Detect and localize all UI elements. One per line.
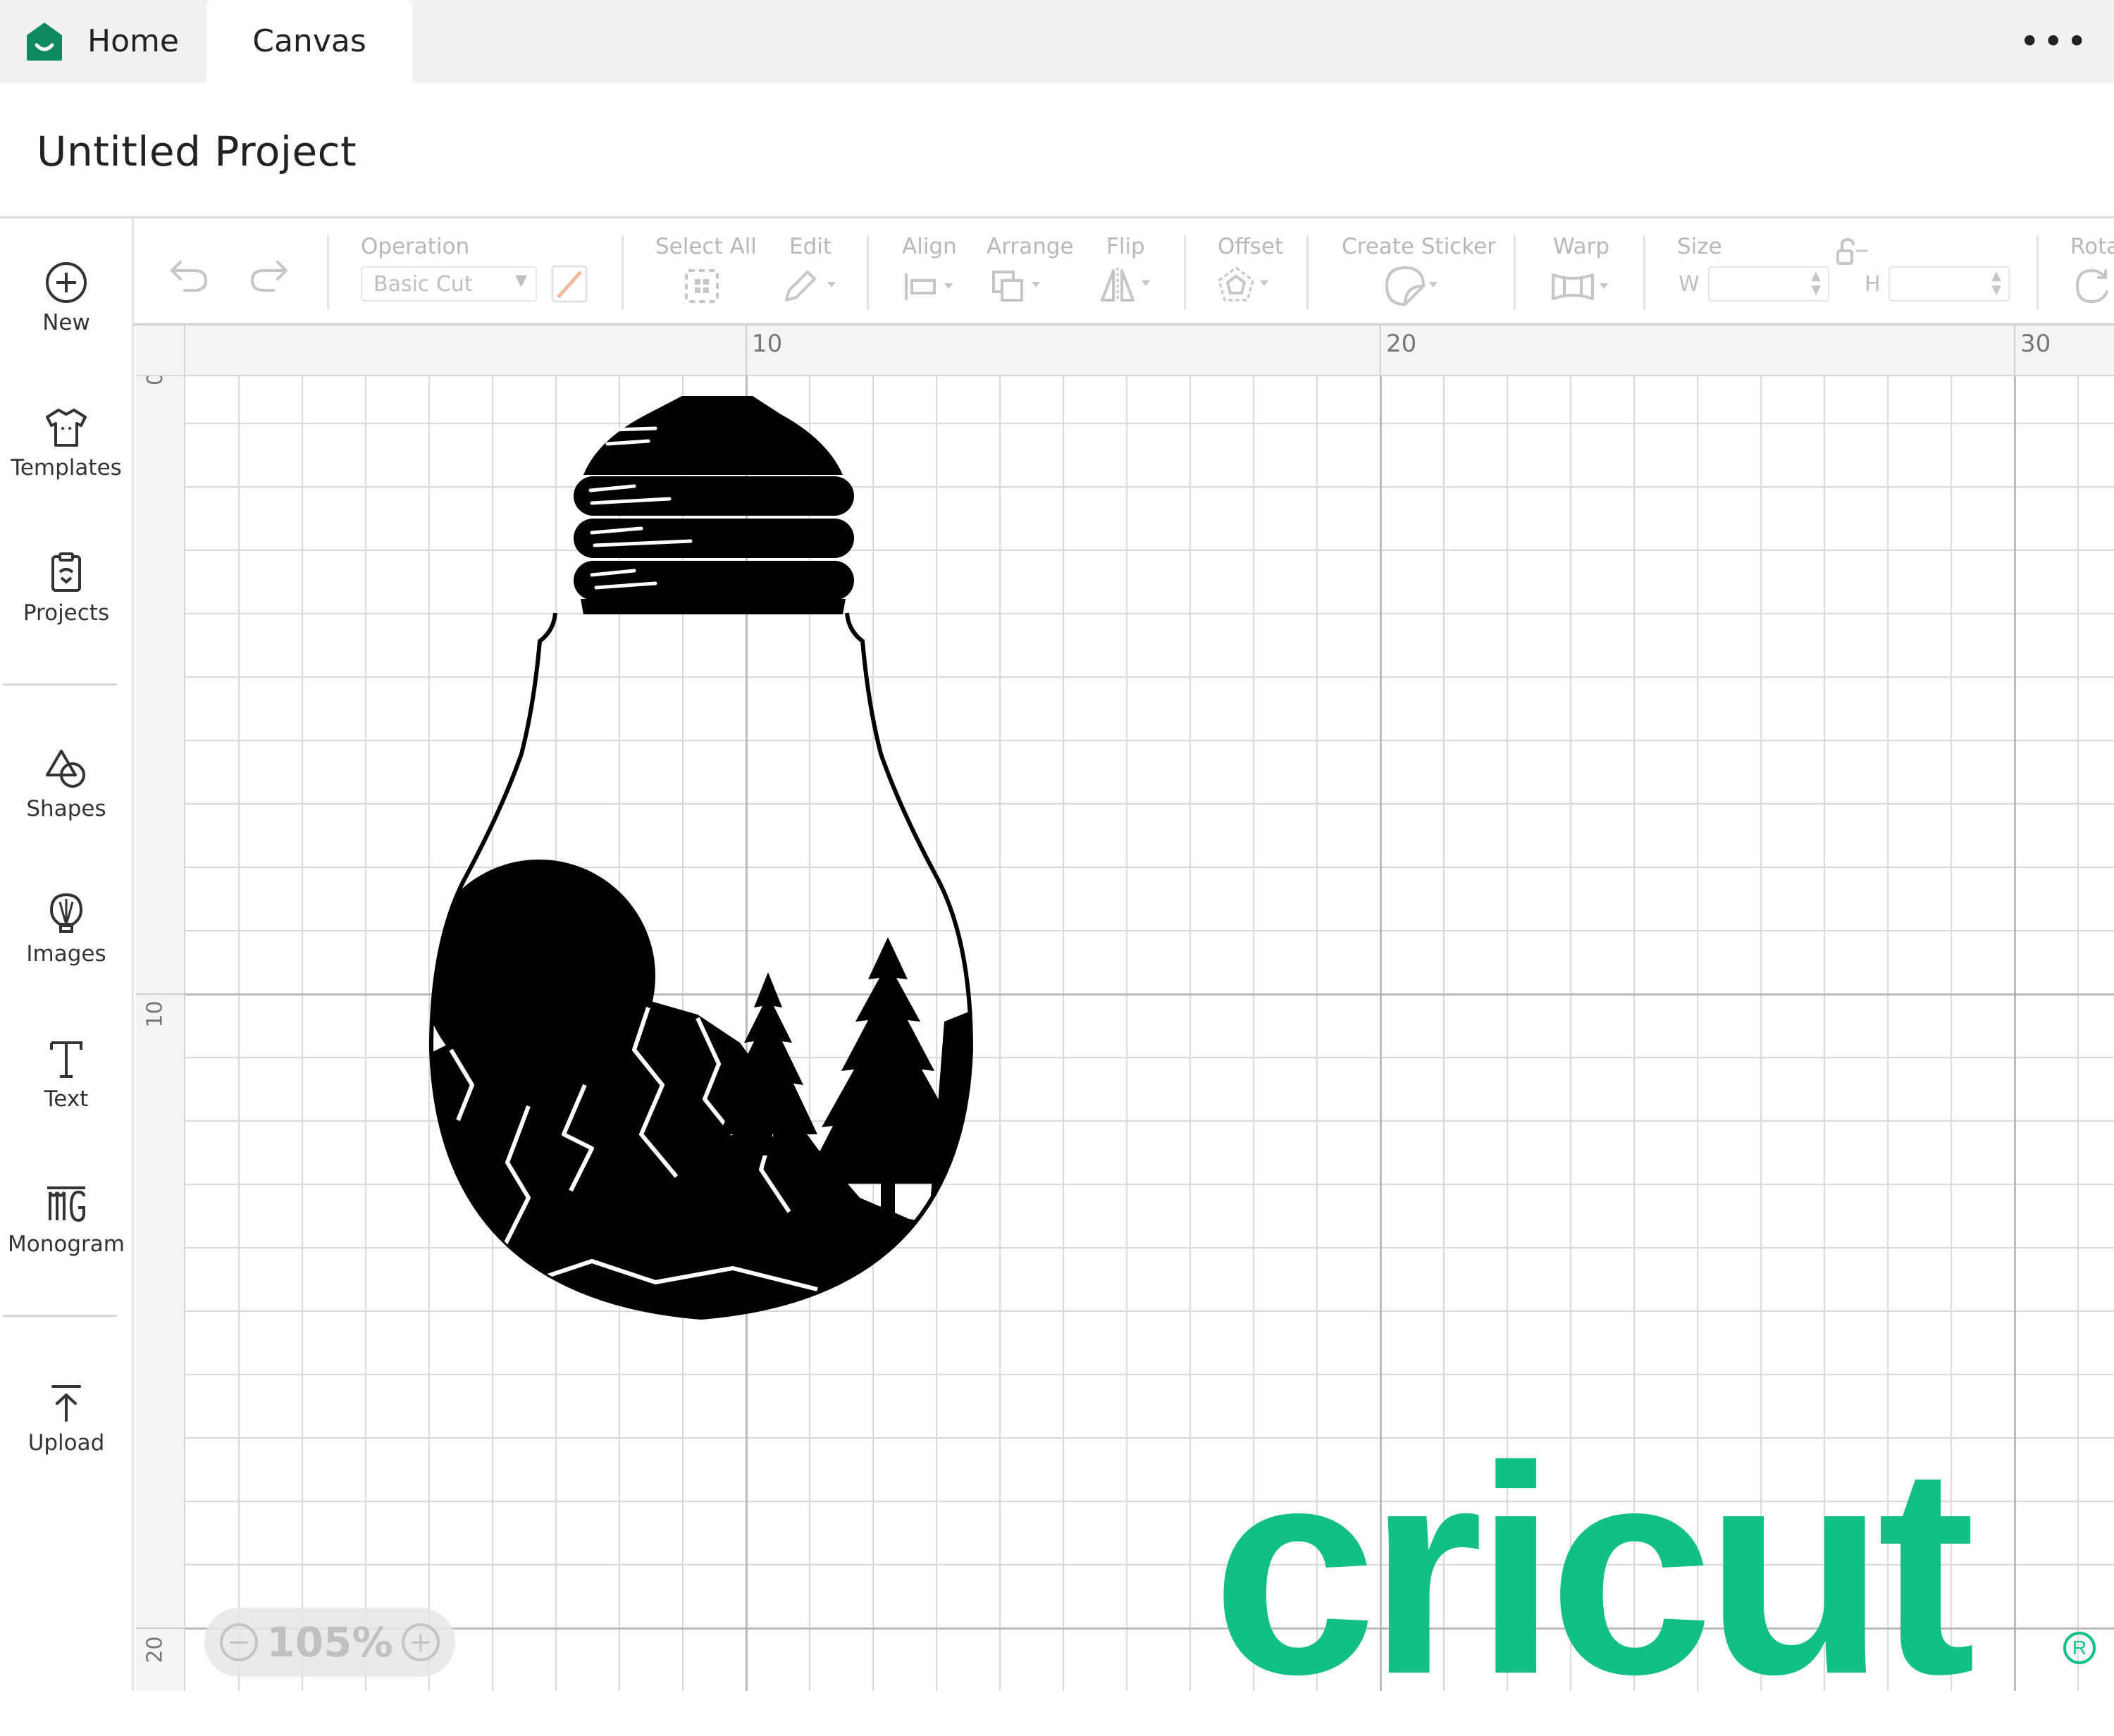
lightbulb-landscape-image[interactable] [423, 388, 979, 1339]
operation-label: Operation [361, 234, 470, 259]
ruler-top: 10 20 30 [136, 326, 2114, 376]
sidebar-divider [3, 1315, 117, 1317]
lock-proportions-icon[interactable] [1832, 237, 1872, 268]
sidebar-item-label: Monogram [8, 1232, 125, 1257]
toolbar-separator [327, 235, 329, 310]
sidebar-item-shapes[interactable]: Shapes [0, 747, 132, 822]
sidebar-item-label: Projects [23, 600, 110, 626]
operation-value: Basic Cut [373, 272, 473, 297]
ruler-number: 10 [142, 1000, 168, 1028]
arrange-icon[interactable] [989, 268, 1047, 304]
ruler-number: 30 [2020, 330, 2051, 358]
tab-canvas[interactable]: Canvas [206, 0, 412, 82]
zoom-in-icon[interactable]: + [402, 1623, 440, 1661]
toolbar-separator [1514, 235, 1516, 310]
rotate-icon[interactable] [2073, 268, 2113, 304]
size-label: Size [1677, 234, 1722, 259]
edit-pencil-icon[interactable] [781, 268, 839, 304]
more-options-icon[interactable]: ••• [2020, 21, 2090, 62]
arrange-label: Arrange [987, 234, 1074, 259]
tab-home-label: Home [87, 23, 179, 59]
projects-icon [51, 552, 81, 592]
sidebar-item-label: New [42, 310, 90, 335]
shapes-icon [46, 750, 85, 788]
operation-select[interactable]: Basic Cut ▼ [361, 266, 537, 302]
ruler-tick [136, 1628, 185, 1629]
select-all-icon[interactable] [684, 268, 720, 304]
home-icon [27, 22, 62, 61]
stepper-icon[interactable]: ▲ ▼ [1811, 269, 1821, 297]
width-label: W [1679, 272, 1700, 297]
sidebar-item-projects[interactable]: Projects [0, 551, 132, 626]
ruler-tick [746, 326, 747, 376]
ruler-tick [136, 993, 185, 995]
sidebar-item-label: Shapes [26, 796, 106, 822]
sidebar-item-images[interactable]: Images [0, 892, 132, 967]
warp-icon[interactable] [1550, 271, 1611, 303]
toolbar-separator [1306, 235, 1309, 310]
sidebar-item-label: Templates [11, 455, 122, 480]
plus-circle-icon [46, 262, 87, 303]
ruler-tick [1380, 326, 1381, 376]
sidebar-item-label: Upload [27, 1430, 105, 1456]
sidebar-item-upload[interactable]: Upload [0, 1381, 132, 1456]
ruler-left: 0 10 20 [136, 326, 185, 1691]
toolbar-separator [2036, 235, 2039, 310]
zoom-control: − 105% + [204, 1608, 455, 1677]
warp-label: Warp [1553, 234, 1610, 259]
left-sidebar: New Templates Projects Shapes Images Tex… [0, 218, 134, 1691]
zoom-out-icon[interactable]: − [220, 1623, 258, 1661]
sidebar-item-monogram[interactable]: Monogram [0, 1182, 132, 1257]
ruler-number: 20 [1386, 330, 1417, 358]
select-all-label: Select All [655, 234, 757, 259]
sidebar-item-text[interactable]: Text [0, 1037, 132, 1112]
sidebar-item-label: Text [44, 1086, 89, 1112]
text-icon [50, 1041, 82, 1078]
ruler-number: 20 [142, 1636, 168, 1663]
upload-icon [51, 1385, 81, 1422]
pen-color-swatch-icon[interactable] [551, 265, 588, 303]
stepper-icon[interactable]: ▲ ▼ [1991, 269, 2001, 297]
edit-label: Edit [789, 234, 832, 259]
offset-icon[interactable] [1218, 265, 1275, 304]
brand-logo: cricut [1212, 1406, 1976, 1736]
title-bar: Untitled Project [0, 82, 2114, 218]
lightbulb-icon [49, 893, 83, 933]
sidebar-item-new[interactable]: New [0, 261, 132, 335]
top-tab-bar: Home Canvas ••• [0, 0, 2114, 82]
toolbar-separator [622, 235, 624, 310]
align-label: Align [902, 234, 957, 259]
ruler-corner [136, 326, 185, 376]
tshirt-icon [46, 409, 87, 447]
redo-icon[interactable] [248, 258, 290, 293]
monogram-icon [47, 1186, 85, 1222]
ruler-number: 10 [752, 330, 783, 358]
mountain-scene [431, 860, 971, 1318]
rotate-label: Rota [2070, 234, 2114, 259]
sidebar-item-label: Images [26, 941, 106, 967]
height-label: H [1865, 272, 1881, 297]
height-input[interactable]: ▲ ▼ [1889, 266, 2010, 302]
project-title[interactable]: Untitled Project [37, 128, 357, 175]
align-icon[interactable] [902, 271, 960, 303]
zoom-level: 105% [266, 1618, 393, 1666]
offset-label: Offset [1218, 234, 1284, 259]
registered-mark-icon: R [2063, 1632, 2096, 1664]
tab-canvas-label: Canvas [252, 23, 366, 59]
create-sticker-icon[interactable] [1384, 265, 1442, 307]
chevron-down-icon: ▼ [515, 272, 527, 290]
edit-toolbar: Operation Basic Cut ▼ Select All Edit Al… [134, 218, 2114, 326]
width-input[interactable]: ▲ ▼ [1708, 266, 1829, 302]
ruler-tick [2014, 326, 2015, 376]
sidebar-item-templates[interactable]: Templates [0, 406, 132, 480]
toolbar-separator [867, 235, 869, 310]
create-sticker-label: Create Sticker [1342, 234, 1497, 259]
sidebar-divider [3, 683, 117, 686]
undo-icon[interactable] [168, 258, 210, 293]
toolbar-separator [1184, 235, 1186, 310]
tab-home[interactable]: Home [0, 0, 206, 82]
flip-icon[interactable] [1099, 265, 1157, 304]
flip-label: Flip [1106, 234, 1145, 259]
toolbar-separator [1643, 235, 1645, 310]
